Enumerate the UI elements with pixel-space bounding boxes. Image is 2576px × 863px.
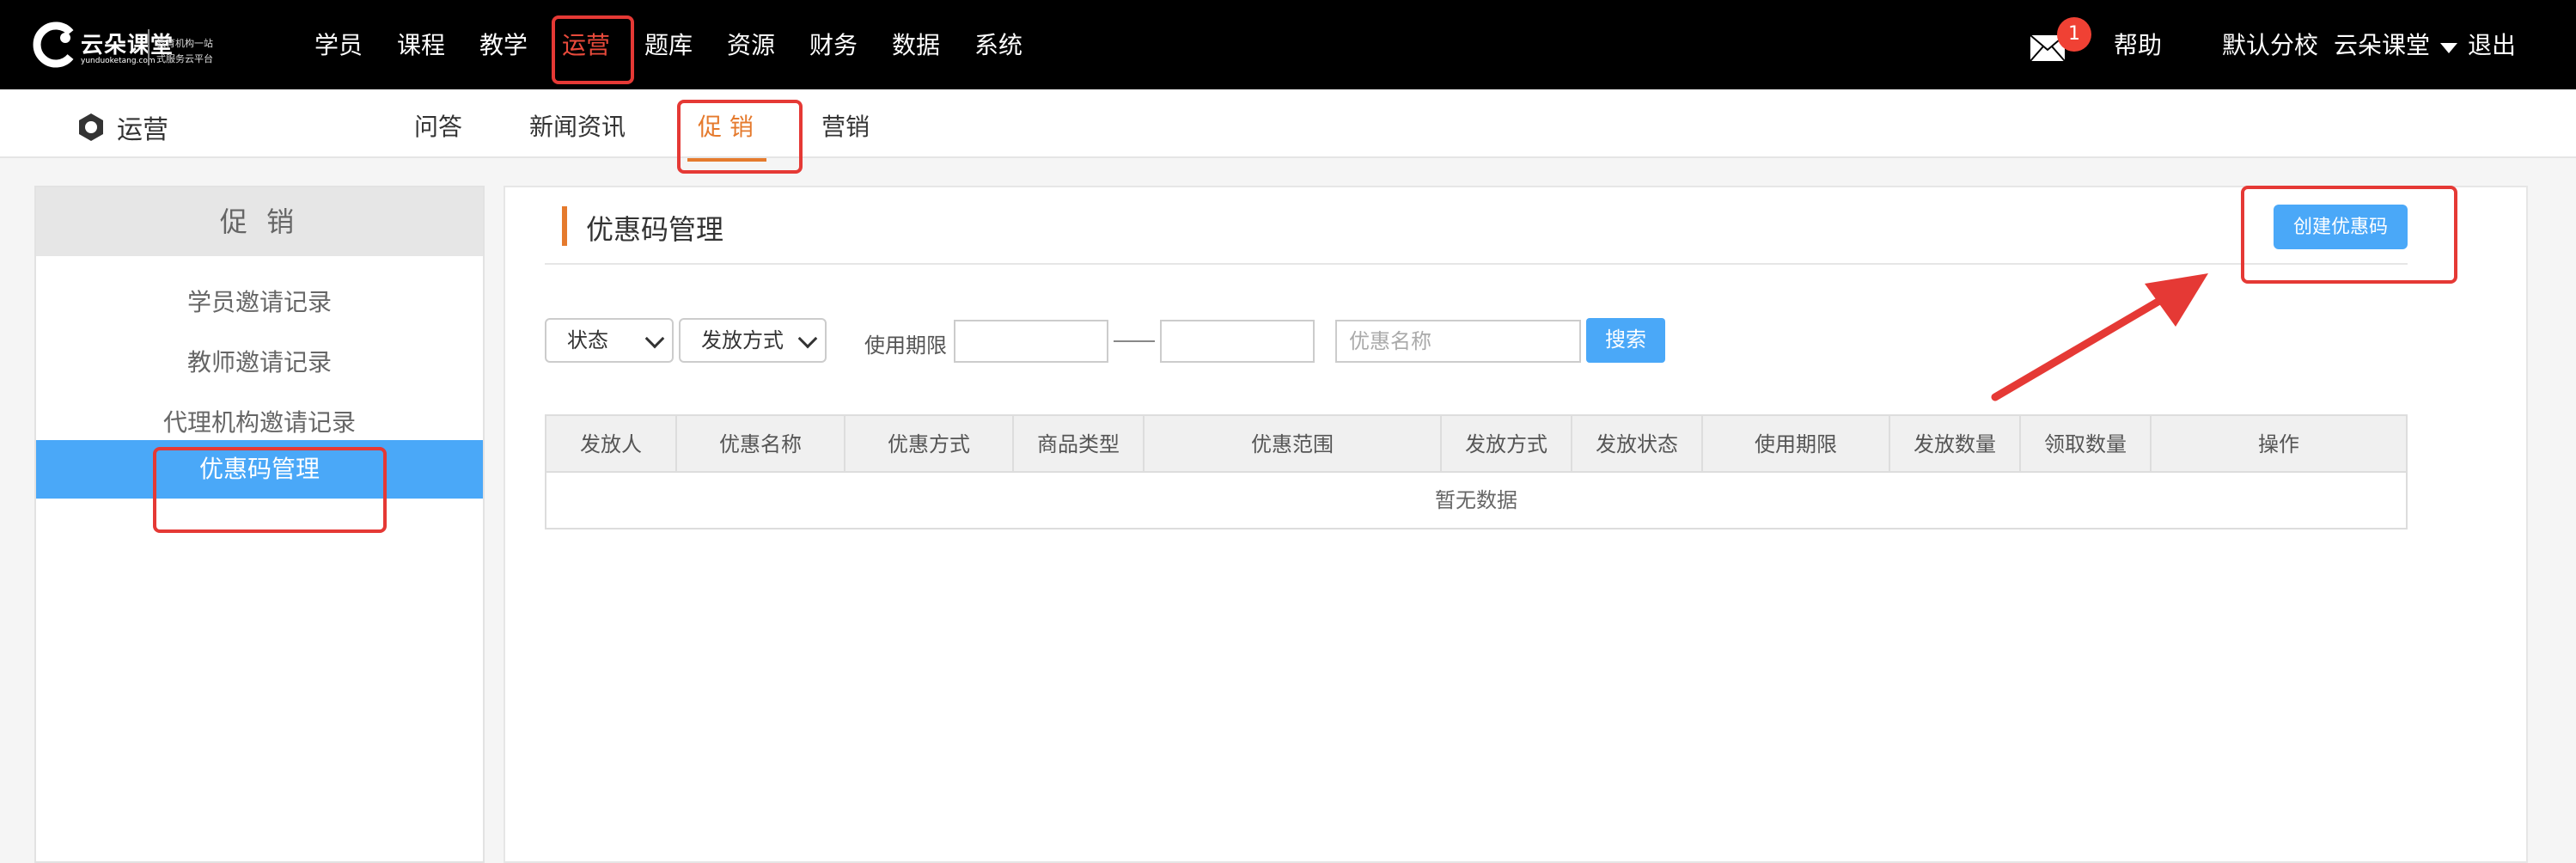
search-button[interactable]: 搜索 [1586, 318, 1665, 363]
status-select[interactable]: 状态 [545, 318, 674, 363]
page-title: 优惠码管理 [586, 213, 724, 246]
column-header-validity-period: 使用期限 [1703, 416, 1890, 473]
table-header: 发放人 优惠名称 优惠方式 商品类型 优惠范围 发放方式 发放状态 使用期限 发… [546, 416, 2406, 473]
nav-item-courses[interactable]: 课程 [397, 29, 445, 62]
page: 云朵课堂 yunduoketang.com 教育机构一站 式服务云平台 学员 课… [0, 0, 2576, 863]
top-navbar: 云朵课堂 yunduoketang.com 教育机构一站 式服务云平台 学员 课… [0, 0, 2576, 89]
column-header-discount-scope: 优惠范围 [1145, 416, 1442, 473]
chevron-down-icon[interactable] [2440, 43, 2457, 53]
annotation-box-create-button [2241, 186, 2457, 284]
logo[interactable]: 云朵课堂 yunduoketang.com 教育机构一站 式服务云平台 [31, 17, 229, 72]
sidebar-item-student-invites[interactable]: 学员邀请记录 [36, 273, 483, 332]
nav-item-students[interactable]: 学员 [314, 29, 363, 62]
logo-divider [148, 29, 150, 65]
main-panel: 优惠码管理 创建优惠码 状态 发放方式 使用期限 搜索 发放人 优惠名称 优惠方… [504, 186, 2528, 863]
column-header-issue-method: 发放方式 [1442, 416, 1572, 473]
school-selector[interactable]: 默认分校 [2222, 29, 2318, 62]
nav-item-system[interactable]: 系统 [974, 29, 1022, 62]
sidebar-item-teacher-invites[interactable]: 教师邀请记录 [36, 334, 483, 392]
column-header-claimed-count: 领取数量 [2021, 416, 2152, 473]
date-range-separator [1114, 340, 1155, 342]
operations-icon [79, 113, 103, 141]
period-start-input[interactable] [954, 320, 1108, 363]
help-link[interactable]: 帮助 [2114, 29, 2162, 62]
status-select-value: 状态 [567, 328, 608, 352]
annotation-box-operations [552, 15, 634, 84]
empty-state-text: 暂无数据 [1435, 488, 1517, 512]
section-title: 运营 [117, 115, 168, 145]
issue-method-select-value: 发放方式 [701, 328, 784, 352]
column-header-coupon-name: 优惠名称 [677, 416, 845, 473]
period-end-input[interactable] [1160, 320, 1315, 363]
column-header-actions: 操作 [2258, 432, 2299, 456]
title-divider [545, 263, 2408, 265]
sidebar-header: 促 销 [36, 187, 483, 256]
logout-link[interactable]: 退出 [2468, 29, 2516, 62]
tab-qa[interactable]: 问答 [414, 108, 462, 143]
nav-item-question-bank[interactable]: 题库 [644, 29, 693, 62]
annotation-box-coupon-menu [153, 447, 387, 533]
chevron-down-icon [797, 328, 818, 349]
logo-tagline-2: 式服务云平台 [156, 53, 213, 64]
column-header-issued-count: 发放数量 [1890, 416, 2021, 473]
notification-badge: 1 [2057, 17, 2091, 52]
nav-item-data[interactable]: 数据 [892, 29, 940, 62]
title-accent-bar [562, 206, 567, 246]
nav-item-resources[interactable]: 资源 [727, 29, 775, 62]
cloud-logo-icon [33, 21, 74, 68]
chevron-down-icon [644, 328, 665, 349]
column-header-issuer: 发放人 [546, 416, 677, 473]
logo-tagline-1: 教育机构一站 [156, 38, 213, 49]
column-header-product-type: 商品类型 [1014, 416, 1145, 473]
coupon-name-input[interactable] [1335, 320, 1581, 363]
logo-domain: yunduoketang.com [81, 57, 156, 65]
period-label: 使用期限 [864, 334, 947, 358]
nav-item-teaching[interactable]: 教学 [479, 29, 528, 62]
annotation-box-promotion-tab [677, 100, 803, 174]
sub-navbar: 运营 问答 新闻资讯 促 销 营销 [0, 89, 2576, 162]
column-header-discount-method: 优惠方式 [845, 416, 1014, 473]
user-menu[interactable]: 云朵课堂 [2334, 29, 2430, 62]
tab-marketing[interactable]: 营销 [821, 108, 870, 143]
issue-method-select[interactable]: 发放方式 [679, 318, 827, 363]
coupon-table: 发放人 优惠名称 优惠方式 商品类型 优惠范围 发放方式 发放状态 使用期限 发… [545, 414, 2408, 529]
tab-news[interactable]: 新闻资讯 [529, 108, 626, 143]
nav-item-finance[interactable]: 财务 [809, 29, 858, 62]
column-header-issue-status: 发放状态 [1572, 416, 1703, 473]
